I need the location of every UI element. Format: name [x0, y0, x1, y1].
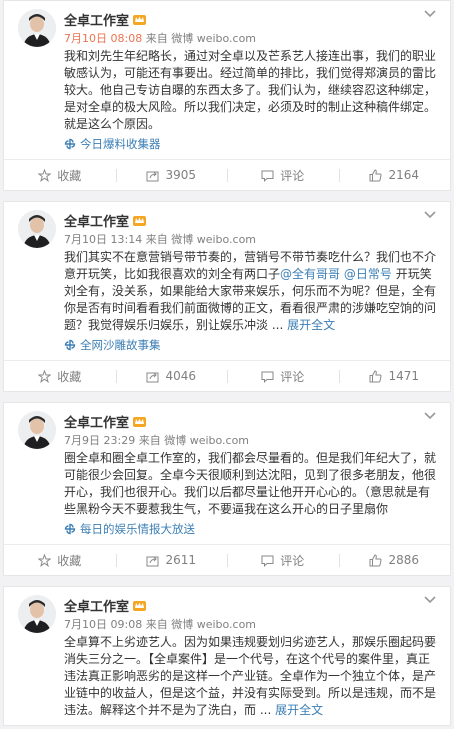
topic-pinwheel-icon — [64, 339, 76, 351]
vip-crown-icon — [133, 600, 147, 611]
comment-button[interactable]: 评论 — [227, 160, 339, 190]
like-count: 2886 — [388, 553, 420, 567]
comment-button[interactable]: 评论 — [227, 545, 339, 575]
star-icon — [38, 369, 52, 383]
topic-pinwheel-icon — [64, 523, 76, 535]
like-button[interactable]: 2886 — [338, 545, 451, 575]
comment-icon — [261, 371, 274, 383]
comment-label: 评论 — [280, 553, 305, 568]
post-source: 来自 微博 weibo.com — [145, 32, 257, 45]
post-card: 全卓工作室 7月10日 09:08 来自 微博 weibo.com 全卓算不上劣… — [3, 586, 451, 726]
post-time[interactable]: 7月10日 13:14 — [64, 233, 142, 246]
like-button[interactable]: 2164 — [338, 160, 451, 190]
share-count: 4046 — [165, 369, 197, 383]
topic-label: 全网沙雕故事集 — [80, 338, 161, 352]
collect-label: 收藏 — [57, 553, 82, 568]
topic-link[interactable]: 全网沙雕故事集 — [64, 336, 438, 354]
collect-button[interactable]: 收藏 — [4, 545, 116, 575]
collect-label: 收藏 — [57, 369, 82, 384]
collect-button[interactable]: 收藏 — [4, 160, 116, 190]
vip-crown-icon — [133, 416, 147, 427]
share-count: 3905 — [165, 168, 197, 182]
chevron-down-icon[interactable] — [422, 410, 438, 422]
chevron-down-icon[interactable] — [422, 209, 438, 221]
share-icon — [146, 372, 159, 382]
action-bar: 收藏 4046 评论 1471 — [4, 360, 450, 391]
post-meta: 7月10日 13:14 来自 微博 weibo.com — [64, 231, 438, 248]
post-text: 我和刘先生年纪略长，通过对全卓以及芒系艺人接连出事，我们的职业敏感认为，可能还有… — [64, 49, 437, 131]
post-text: 我们其实不在意营销号带节奏的，营销号不带节奏吃什么？我们也不介意开玩笑，比如我很… — [64, 249, 438, 334]
share-button[interactable]: 4046 — [115, 361, 228, 391]
post-time[interactable]: 7月10日 09:08 — [64, 618, 142, 631]
share-button[interactable]: 3905 — [115, 160, 228, 190]
post-meta: 7月10日 09:08 来自 微博 weibo.com — [64, 616, 438, 633]
avatar[interactable] — [18, 9, 56, 47]
post-card: 全卓工作室 7月10日 13:14 来自 微博 weibo.com 我们其实不在… — [3, 201, 451, 392]
author-name[interactable]: 全卓工作室 — [64, 10, 129, 29]
post-time[interactable]: 7月10日 08:08 — [64, 32, 142, 45]
avatar[interactable] — [18, 210, 56, 248]
comment-icon — [261, 555, 274, 567]
comment-icon — [261, 170, 274, 182]
comment-button[interactable]: 评论 — [227, 361, 339, 391]
avatar[interactable] — [18, 411, 56, 449]
chevron-down-icon[interactable] — [422, 8, 438, 20]
like-count: 2164 — [388, 168, 420, 182]
mention-link[interactable]: @全有哥哥 — [280, 267, 340, 281]
topic-link[interactable]: 每日的娱乐情报大放送 — [64, 520, 438, 538]
post-card: 全卓工作室 7月10日 08:08 来自 微博 weibo.com 我和刘先生年… — [3, 0, 451, 191]
post-body: 全卓工作室 7月10日 08:08 来自 微博 weibo.com 我和刘先生年… — [4, 1, 450, 159]
thumb-up-icon — [369, 168, 382, 181]
expand-full-text-link[interactable]: 展开全文 — [275, 703, 323, 717]
author-name[interactable]: 全卓工作室 — [64, 211, 129, 230]
topic-link[interactable]: 今日爆料收集器 — [64, 135, 438, 153]
expand-full-text-link[interactable]: 展开全文 — [287, 318, 335, 332]
share-icon — [146, 556, 159, 566]
author-name[interactable]: 全卓工作室 — [64, 596, 129, 615]
chevron-down-icon[interactable] — [422, 594, 438, 606]
share-count: 2611 — [165, 553, 197, 567]
topic-label: 今日爆料收集器 — [80, 137, 161, 151]
star-icon — [38, 553, 52, 567]
collect-label: 收藏 — [57, 168, 82, 183]
comment-label: 评论 — [280, 168, 305, 183]
vip-crown-icon — [133, 215, 147, 226]
post-card: 全卓工作室 7月9日 23:29 来自 微博 weibo.com 圈全卓和圈全卓… — [3, 402, 451, 576]
like-button[interactable]: 1471 — [338, 361, 451, 391]
weibo-feed: 全卓工作室 7月10日 08:08 来自 微博 weibo.com 我和刘先生年… — [0, 0, 454, 729]
post-body: 全卓工作室 7月10日 09:08 来自 微博 weibo.com 全卓算不上劣… — [4, 587, 450, 725]
post-source: 来自 微博 weibo.com — [145, 233, 257, 246]
topic-label: 每日的娱乐情报大放送 — [80, 522, 195, 536]
post-meta: 7月10日 08:08 来自 微博 weibo.com — [64, 30, 438, 47]
thumb-up-icon — [369, 553, 382, 566]
post-text: 圈全卓和圈全卓工作室的，我们都会尽量看的。但是我们年纪大了，就可能很少会回复。全… — [64, 451, 437, 516]
post-meta: 7月9日 23:29 来自 微博 weibo.com — [64, 432, 438, 449]
avatar[interactable] — [18, 595, 56, 633]
star-icon — [38, 168, 52, 182]
post-body: 全卓工作室 7月9日 23:29 来自 微博 weibo.com 圈全卓和圈全卓… — [4, 403, 450, 544]
share-button[interactable]: 2611 — [115, 545, 228, 575]
like-count: 1471 — [388, 369, 420, 383]
comment-label: 评论 — [280, 369, 305, 384]
text-part: 全卓算不上劣迹艺人。因为如果违规要划归劣迹艺人，那娱乐圈起码要消失三分之一。【全… — [64, 635, 437, 717]
post-time[interactable]: 7月9日 23:29 — [64, 434, 135, 447]
post-source: 来自 微博 weibo.com — [145, 618, 257, 631]
post-text: 全卓算不上劣迹艺人。因为如果违规要划归劣迹艺人，那娱乐圈起码要消失三分之一。【全… — [64, 634, 438, 719]
share-icon — [146, 171, 159, 181]
topic-pinwheel-icon — [64, 138, 76, 150]
post-body: 全卓工作室 7月10日 13:14 来自 微博 weibo.com 我们其实不在… — [4, 202, 450, 360]
post-source: 来自 微博 weibo.com — [138, 434, 250, 447]
mention-link[interactable]: @日常号 — [344, 267, 392, 281]
action-bar: 收藏 2611 评论 2886 — [4, 544, 450, 575]
author-name[interactable]: 全卓工作室 — [64, 412, 129, 431]
vip-crown-icon — [133, 14, 147, 25]
collect-button[interactable]: 收藏 — [4, 361, 116, 391]
action-bar: 收藏 3905 评论 2164 — [4, 159, 450, 190]
thumb-up-icon — [369, 369, 382, 382]
